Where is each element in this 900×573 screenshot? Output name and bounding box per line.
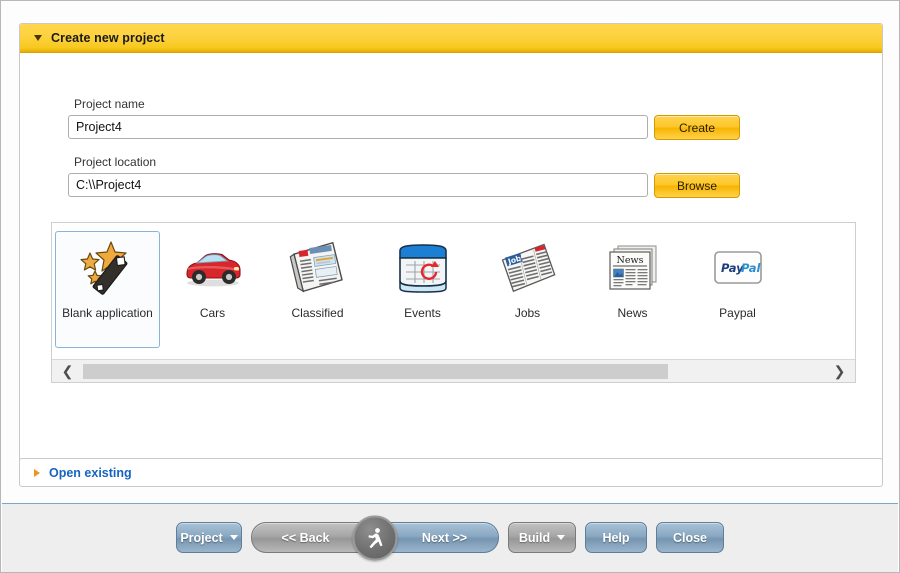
open-existing-panel[interactable]: Open existing <box>19 458 883 487</box>
back-next-navigation: << Back Next >> <box>251 522 499 553</box>
gallery-scroll-track[interactable] <box>83 364 824 379</box>
template-tile-blank-application[interactable]: Blank application <box>55 231 160 348</box>
template-tile-paypal[interactable]: Pay Pal Paypal <box>685 231 790 330</box>
chevron-left-icon[interactable]: ❮ <box>52 360 83 382</box>
template-tile-label: Cars <box>200 305 225 321</box>
svg-text:Pal: Pal <box>741 261 761 275</box>
template-tile-label: Classified <box>291 305 343 321</box>
close-button[interactable]: Close <box>656 522 724 553</box>
template-tile-jobs[interactable]: Jobs <box>475 231 580 330</box>
next-button-label: Next >> <box>422 531 467 545</box>
caret-down-icon <box>557 535 565 540</box>
project-location-input[interactable] <box>68 173 648 197</box>
template-gallery: Blank application <box>51 222 856 383</box>
red-car-icon <box>182 238 244 296</box>
jobs-newspaper-icon: Jobs <box>497 238 559 296</box>
template-tile-events[interactable]: Events <box>370 231 475 330</box>
create-button[interactable]: Create <box>654 115 740 140</box>
gallery-scroll-thumb[interactable] <box>83 364 668 379</box>
template-tile-label: Paypal <box>719 305 756 321</box>
project-button-label: Project <box>180 531 222 545</box>
running-person-icon[interactable] <box>353 515 398 560</box>
calendar-icon <box>392 238 454 296</box>
project-name-label: Project name <box>74 97 145 111</box>
gallery-horizontal-scrollbar[interactable]: ❮ ❯ <box>52 359 855 382</box>
create-project-dialog: Create new project Project name Create P… <box>0 0 900 573</box>
template-tile-label: News <box>617 305 647 321</box>
footer-toolbar: Project << Back Next >> <box>2 504 898 572</box>
project-button[interactable]: Project <box>176 522 242 553</box>
template-tile-label: Events <box>404 305 441 321</box>
build-button[interactable]: Build <box>508 522 576 553</box>
caret-down-icon <box>230 535 238 540</box>
help-button-label: Help <box>602 531 629 545</box>
template-gallery-strip: Blank application <box>52 223 857 358</box>
project-location-label: Project location <box>74 155 156 169</box>
template-tile-news[interactable]: News <box>580 231 685 330</box>
template-tile-label: Jobs <box>515 305 540 321</box>
triangle-right-icon <box>34 469 40 477</box>
svg-text:News: News <box>616 255 643 266</box>
browse-button[interactable]: Browse <box>654 173 740 198</box>
create-new-project-body: Project name Create Project location Bro… <box>20 53 882 481</box>
build-button-label: Build <box>519 531 550 545</box>
chevron-right-icon[interactable]: ❯ <box>824 360 855 382</box>
close-button-label: Close <box>673 531 707 545</box>
template-tile-classified[interactable]: Classified <box>265 231 370 330</box>
create-new-project-header[interactable]: Create new project <box>20 24 882 53</box>
create-new-project-title: Create new project <box>51 31 165 45</box>
footer-button-row: Project << Back Next >> <box>2 522 898 553</box>
news-papers-stack-icon: News <box>602 238 664 296</box>
help-button[interactable]: Help <box>585 522 647 553</box>
open-existing-title: Open existing <box>49 466 132 480</box>
classified-ads-newspaper-icon <box>287 238 349 296</box>
paypal-card-icon: Pay Pal <box>707 238 769 296</box>
create-new-project-panel: Create new project Project name Create P… <box>19 23 883 482</box>
back-button-label: << Back <box>282 531 330 545</box>
template-tile-cars[interactable]: Cars <box>160 231 265 330</box>
project-name-input[interactable] <box>68 115 648 139</box>
template-tile-label: Blank application <box>62 305 153 321</box>
triangle-down-icon <box>34 35 42 41</box>
magic-wand-icon <box>77 238 139 296</box>
